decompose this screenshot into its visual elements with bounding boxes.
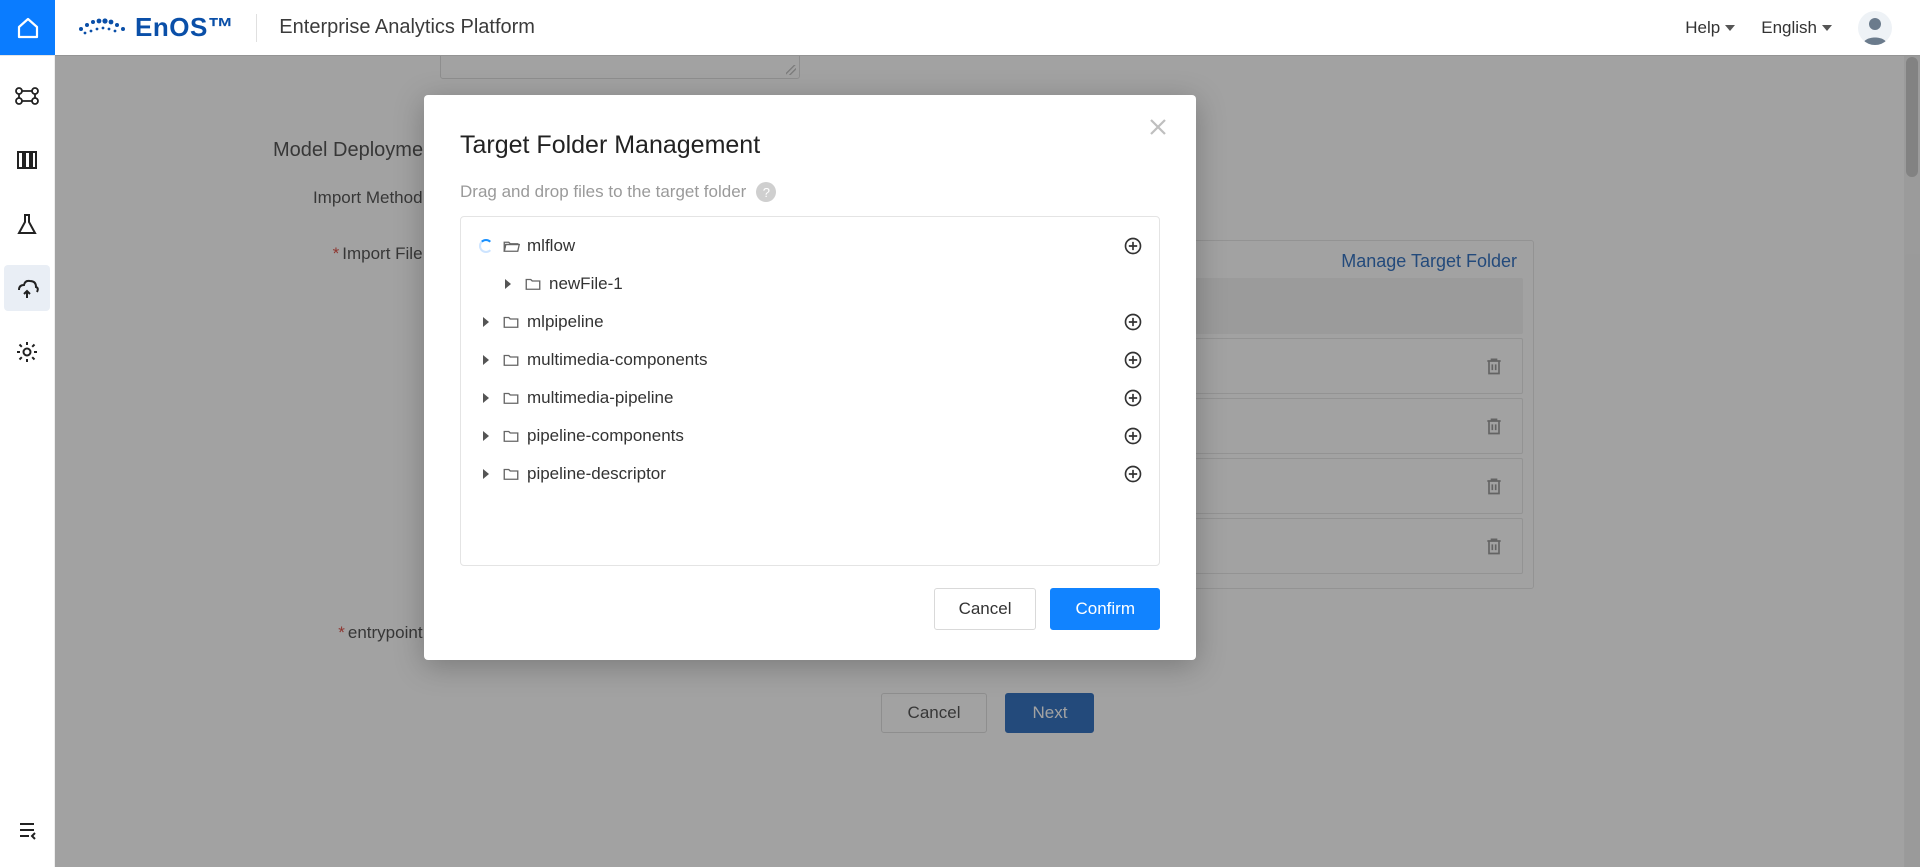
folder-tree[interactable]: mlflow newFile-1 mlpipeline multimedia-comp… (460, 216, 1160, 566)
tree-label: multimedia-pipeline (527, 388, 1115, 408)
columns-icon (15, 148, 39, 172)
add-folder-button[interactable] (1115, 236, 1151, 256)
rail-item-4[interactable] (4, 265, 50, 311)
loading-icon (473, 239, 499, 253)
rail-item-2[interactable] (4, 137, 50, 183)
topbar: EnOS™ Enterprise Analytics Platform Help… (0, 0, 1920, 56)
brand-text: EnOS™ (135, 12, 234, 43)
modal-subtitle: Drag and drop files to the target folder… (460, 182, 1160, 202)
caret-right-icon[interactable] (473, 393, 499, 403)
caret-right-icon[interactable] (495, 279, 521, 289)
folder-icon (521, 275, 545, 293)
modal-close-button[interactable] (1148, 117, 1172, 141)
target-folder-modal: Target Folder Management Drag and drop f… (424, 95, 1196, 660)
home-icon (16, 16, 40, 40)
modal-footer: Cancel Confirm (460, 588, 1160, 630)
folder-icon (499, 351, 523, 369)
brand-divider (256, 14, 257, 42)
help-icon[interactable]: ? (756, 182, 776, 202)
gear-icon (15, 340, 39, 364)
add-folder-button[interactable] (1115, 312, 1151, 332)
folder-icon (499, 427, 523, 445)
folder-open-icon (499, 237, 523, 255)
topbar-right: Help English (1685, 11, 1920, 45)
tree-row[interactable]: multimedia-components (469, 341, 1151, 379)
flask-icon (15, 212, 39, 236)
tree-row[interactable]: multimedia-pipeline (469, 379, 1151, 417)
tree-label: mlpipeline (527, 312, 1115, 332)
modal-confirm-button[interactable]: Confirm (1050, 588, 1160, 630)
tree-label: multimedia-components (527, 350, 1115, 370)
folder-icon (499, 465, 523, 483)
tree-label: newFile-1 (549, 274, 1115, 294)
tree-row[interactable]: pipeline-components (469, 417, 1151, 455)
folder-icon (499, 389, 523, 407)
add-folder-button[interactable] (1115, 426, 1151, 446)
close-icon (1148, 117, 1168, 137)
rail-item-3[interactable] (4, 201, 50, 247)
rail-item-1[interactable] (4, 73, 50, 119)
user-avatar[interactable] (1858, 11, 1892, 45)
tree-label: mlflow (527, 236, 1115, 256)
add-folder-button[interactable] (1115, 388, 1151, 408)
caret-right-icon[interactable] (473, 469, 499, 479)
caret-right-icon[interactable] (473, 431, 499, 441)
language-label: English (1761, 18, 1817, 38)
network-icon (14, 83, 40, 109)
tree-label: pipeline-components (527, 426, 1115, 446)
avatar-icon (1858, 11, 1892, 45)
tree-row[interactable]: pipeline-descriptor (469, 455, 1151, 493)
tree-row[interactable]: newFile-1 (469, 265, 1151, 303)
tree-row[interactable]: mlpipeline (469, 303, 1151, 341)
caret-right-icon[interactable] (473, 317, 499, 327)
caret-down-icon (1725, 25, 1735, 31)
deploy-icon (15, 276, 39, 300)
folder-icon (499, 313, 523, 331)
language-menu[interactable]: English (1761, 18, 1832, 38)
tree-row[interactable]: mlflow (469, 227, 1151, 265)
caret-right-icon[interactable] (473, 355, 499, 365)
rail-collapse[interactable] (4, 807, 50, 853)
app-title: Enterprise Analytics Platform (279, 16, 535, 39)
add-folder-button[interactable] (1115, 350, 1151, 370)
home-button[interactable] (0, 0, 55, 55)
brand-logo-icon (75, 15, 135, 41)
help-menu[interactable]: Help (1685, 18, 1735, 38)
modal-title: Target Folder Management (460, 131, 1160, 160)
brand: EnOS™ (55, 12, 234, 43)
menu-collapse-icon (15, 818, 39, 842)
left-rail (0, 55, 55, 867)
help-label: Help (1685, 18, 1720, 38)
rail-item-5[interactable] (4, 329, 50, 375)
modal-cancel-button[interactable]: Cancel (934, 588, 1037, 630)
tree-label: pipeline-descriptor (527, 464, 1115, 484)
caret-down-icon (1822, 25, 1832, 31)
add-folder-button[interactable] (1115, 464, 1151, 484)
